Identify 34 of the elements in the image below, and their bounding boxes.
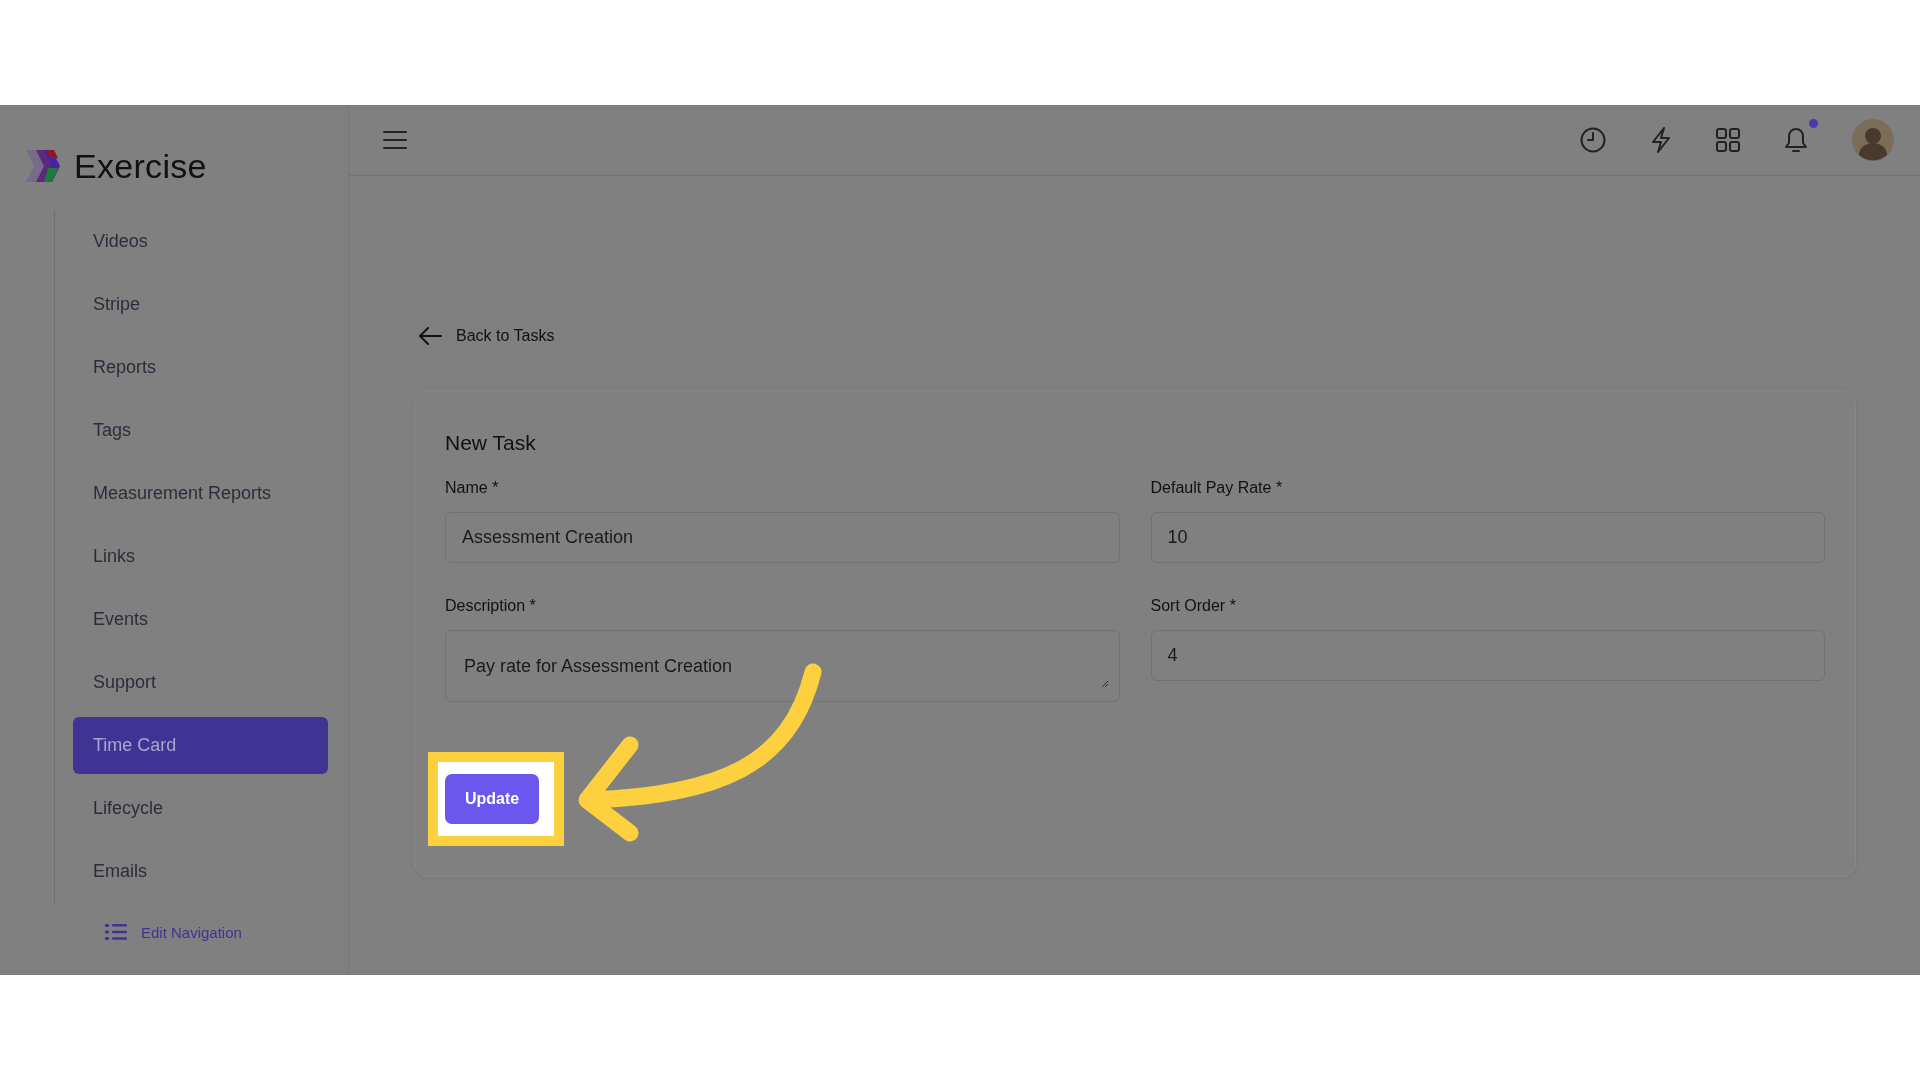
back-link[interactable]: Back to Tasks — [456, 327, 555, 345]
sidebar-item[interactable]: Links — [73, 528, 328, 585]
grid-icon[interactable] — [1716, 128, 1740, 152]
sidebar-item[interactable]: Videos — [73, 213, 328, 270]
form-title: New Task — [445, 431, 537, 455]
avatar-icon[interactable] — [1852, 119, 1894, 161]
input-field[interactable]: 4 — [1150, 630, 1825, 681]
resize-grip-icon[interactable] — [1100, 680, 1109, 688]
brand-name: Exercise — [74, 146, 207, 186]
input-field[interactable]: Assessment Creation — [445, 512, 1120, 563]
bell-icon[interactable] — [1784, 126, 1808, 154]
logo-icon — [24, 148, 62, 184]
sidebar-item[interactable]: Support — [73, 654, 328, 711]
back-arrow-icon[interactable] — [418, 326, 442, 346]
sidebar-item[interactable]: Reports — [73, 339, 328, 396]
sidebar-item[interactable]: Tags — [73, 402, 328, 459]
sidebar-item[interactable]: Stripe — [73, 276, 328, 333]
menu-icon[interactable] — [383, 131, 407, 149]
sidebar-item[interactable]: Emails — [73, 843, 328, 900]
input-field[interactable]: 10 — [1150, 512, 1825, 563]
update-button[interactable]: Update — [445, 774, 540, 824]
textarea-field[interactable]: Pay rate for Assessment Creation — [445, 630, 1120, 702]
field-label: Description * — [445, 597, 537, 615]
sidebar-item[interactable]: Measurement Reports — [73, 465, 328, 522]
sidebar-item[interactable]: Events — [73, 591, 328, 648]
list-icon — [105, 923, 127, 941]
field-label: Name * — [445, 479, 500, 497]
field-label: Sort Order * — [1150, 597, 1237, 615]
sidebar-item[interactable]: Time Card — [73, 717, 328, 774]
field-label: Default Pay Rate * — [1150, 479, 1284, 497]
clock-icon[interactable] — [1580, 127, 1606, 153]
sidebar-item[interactable]: Lifecycle — [73, 780, 328, 837]
edit-navigation-link[interactable]: Edit Navigation — [141, 923, 242, 941]
lightning-icon[interactable] — [1650, 127, 1672, 153]
